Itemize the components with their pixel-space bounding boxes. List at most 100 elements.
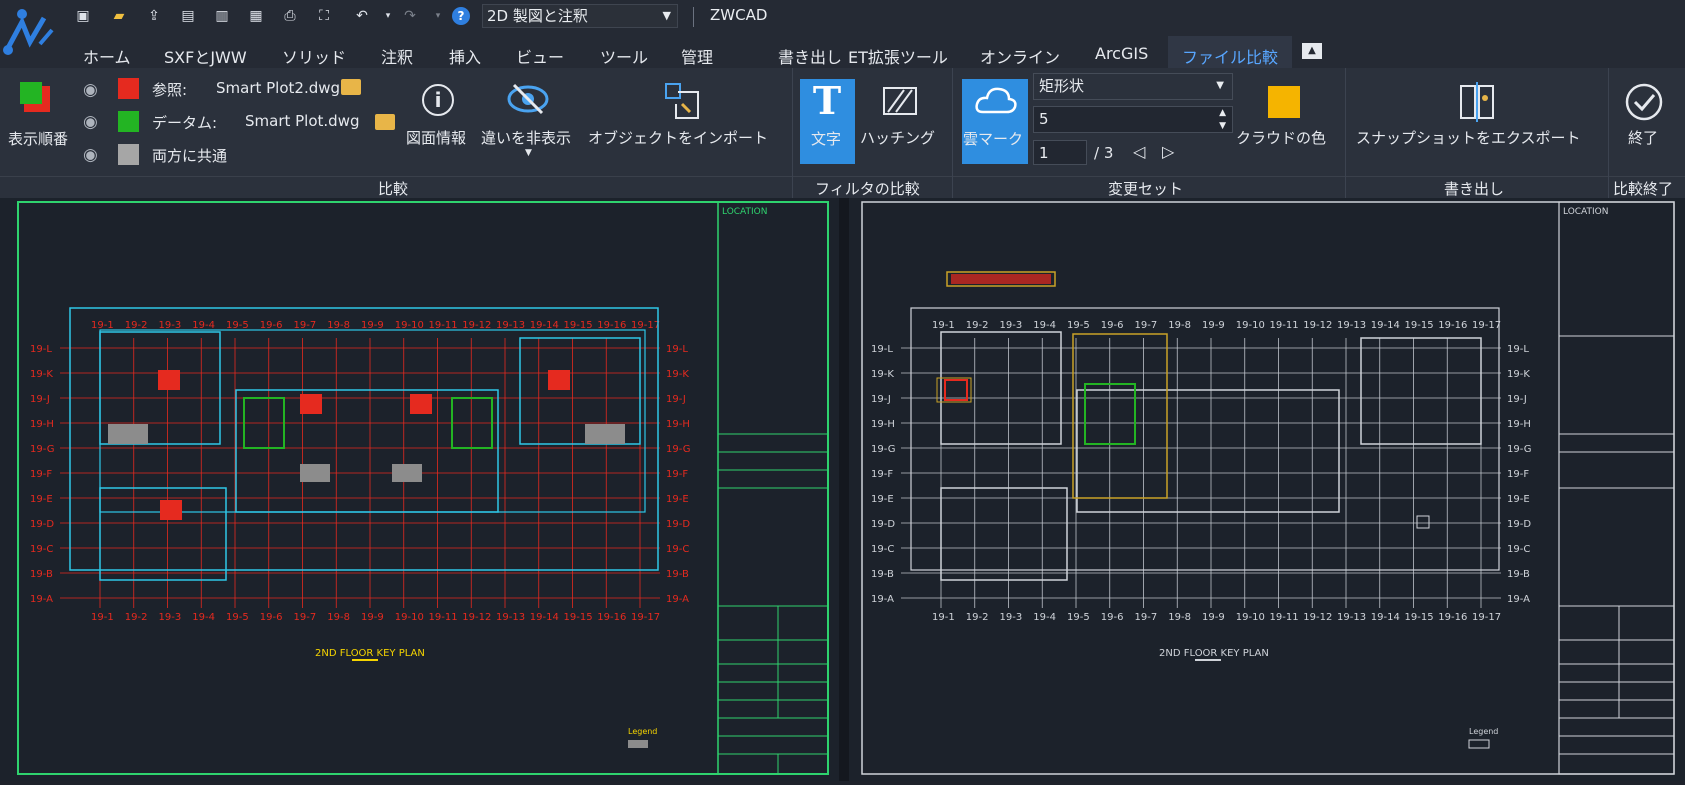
tab-view[interactable]: ビュー [516, 44, 564, 68]
group-label-changeset: 変更セット [1108, 180, 1184, 198]
next-icon[interactable]: ▷ [1162, 142, 1174, 161]
reference-drawing-canvas[interactable]: LOCATION 19-1 19-1 19-2 19-2 19-3 19-3 19-4 19-… [849, 198, 1685, 781]
page-number-field[interactable]: 1 [1033, 140, 1087, 165]
grid-bubble-label: 19-E [666, 494, 689, 505]
upload-icon[interactable]: ⇪ [144, 6, 164, 26]
common-color-swatch[interactable] [118, 144, 139, 165]
reference-color-swatch[interactable] [118, 78, 139, 99]
grid-bubble-label: 19-1 [91, 320, 114, 331]
grid-bubble-label: 19-L [1507, 344, 1529, 355]
grid-bubble-label: 19-K [871, 369, 894, 380]
cloud-shape-value: 矩形状 [1039, 77, 1085, 95]
print-icon[interactable]: ⎙ [280, 6, 300, 26]
tab-annotate[interactable]: 注釈 [381, 44, 413, 68]
tab-file-compare[interactable]: ファイル比較 [1182, 44, 1278, 68]
location-label: LOCATION [722, 207, 768, 217]
collapse-ribbon-icon[interactable]: ▲ [1302, 43, 1322, 59]
import-objects-icon[interactable] [664, 82, 704, 122]
tab-arcgis[interactable]: ArcGIS [1095, 44, 1148, 63]
group-separator [1608, 68, 1609, 198]
grid-bubble-label: 19-K [1507, 369, 1530, 380]
hide-diff-label[interactable]: 違いを非表示 [481, 127, 571, 148]
eye-icon[interactable]: ◉ [83, 112, 98, 132]
grid-bubble-label: 19-K [666, 369, 689, 380]
previous-icon[interactable]: ◁ [1133, 142, 1145, 161]
page-total: / 3 [1094, 144, 1114, 162]
cloud-color-swatch[interactable] [1268, 86, 1300, 118]
grid-bubble-label: 19-7 [1135, 612, 1158, 623]
info-icon[interactable]: i [422, 84, 454, 116]
redo-icon[interactable]: ↷ [400, 6, 420, 26]
legend-label: Legend [1469, 727, 1498, 736]
eye-icon[interactable]: ◉ [83, 145, 98, 165]
open-icon[interactable]: ▰ [109, 6, 129, 26]
workspace-label: 2D 製図と注釈 [487, 7, 588, 25]
eye-icon[interactable]: ◉ [83, 80, 98, 100]
display-order-icon[interactable] [20, 82, 50, 112]
drawing-info-label[interactable]: 図面情報 [406, 127, 466, 148]
check-icon[interactable] [1624, 82, 1664, 122]
tab-home[interactable]: ホーム [83, 44, 131, 68]
canvas-splitter[interactable] [839, 198, 849, 781]
grid-bubble-label: 19-A [1507, 594, 1530, 605]
grid-bubble-label: 19-12 [1303, 320, 1332, 331]
group-separator [1345, 68, 1346, 198]
grid-bubble-label: 19-C [30, 544, 53, 555]
reference-drawing: LOCATION 19-119-119-219-219-319-319-419-… [861, 201, 1675, 775]
grid-bubble-label: 19-3 [159, 320, 182, 331]
import-objects-label[interactable]: オブジェクトをインポート [588, 127, 768, 148]
grid-bubble-label: 19-10 [395, 320, 424, 331]
snapshot-export-icon[interactable] [1457, 82, 1497, 122]
undo-icon[interactable]: ↶ [352, 6, 372, 26]
grid-bubble-label: 19-D [1507, 519, 1531, 530]
group-label-export: 書き出し [1444, 180, 1505, 198]
tab-online[interactable]: オンライン [980, 44, 1060, 68]
tab-export[interactable]: 書き出し [778, 44, 842, 68]
grid-bubble-label: 19-J [871, 394, 891, 405]
hide-diff-icon[interactable] [506, 82, 550, 116]
datum-drawing-canvas[interactable]: LOCATION 19-1 19-1 19-2 19-2 19-3 19-3 19-4 19-… [0, 198, 839, 781]
snapshot-export-label[interactable]: スナップショットをエクスポート [1356, 127, 1581, 148]
chevron-down-icon[interactable]: ▼ [525, 148, 532, 158]
undo-dropdown-icon[interactable]: ▾ [378, 6, 398, 26]
end-compare-label[interactable]: 終了 [1628, 127, 1658, 148]
grid-bubble-label: 19-J [666, 394, 686, 405]
grid-bubble-label: 19-15 [1405, 612, 1434, 623]
zoom-extents-icon[interactable]: ⛶ [314, 6, 334, 26]
hatch-filter-label[interactable]: ハッチング [860, 127, 935, 148]
new-icon[interactable]: ▣ [73, 6, 93, 26]
cloud-shape-select[interactable]: 矩形状 ▼ [1033, 73, 1233, 100]
sheet-set-icon[interactable]: ▦ [246, 6, 266, 26]
display-order-label[interactable]: 表示順番 [8, 128, 68, 149]
tab-et-extension[interactable]: ET拡張ツール [848, 44, 948, 68]
tab-insert[interactable]: 挿入 [449, 44, 481, 68]
workspace-select[interactable]: 2D 製図と注釈 ▼ [482, 4, 678, 28]
grid-bubble-label: 19-6 [1101, 320, 1124, 331]
grid-bubble-label: 19-14 [530, 612, 559, 623]
tab-sxf-jww[interactable]: SXFとJWW [164, 44, 247, 68]
cloud-color-label[interactable]: クラウドの色 [1236, 127, 1326, 148]
folder-icon[interactable] [375, 114, 395, 130]
datum-color-swatch[interactable] [118, 111, 139, 132]
app-logo[interactable] [0, 0, 64, 68]
group-label-end: 比較終了 [1613, 180, 1674, 198]
tab-tools[interactable]: ツール [600, 44, 648, 68]
redo-dropdown-icon[interactable]: ▾ [428, 6, 448, 26]
grid-bubble-label: 19-7 [294, 320, 317, 331]
grid-bubble-label: 19-3 [159, 612, 182, 623]
grid-bubble-label: 19-H [30, 419, 54, 430]
cloud-size-field[interactable]: 5 ▲ ▼ [1033, 106, 1233, 133]
grid-bubble-label: 19-1 [932, 612, 955, 623]
grid-bubble-label: 19-H [666, 419, 690, 430]
hatch-icon[interactable] [882, 86, 918, 116]
grid-bubble-label: 19-16 [1438, 320, 1467, 331]
tab-solid[interactable]: ソリッド [282, 44, 346, 68]
spin-down-icon[interactable]: ▼ [1219, 114, 1226, 138]
save-icon[interactable]: ▤ [178, 6, 198, 26]
save-as-icon[interactable]: ▥ [212, 6, 232, 26]
grid-bubble-label: 19-7 [294, 612, 317, 623]
grid-bubble-label: 19-D [30, 519, 54, 530]
folder-icon[interactable] [341, 79, 361, 95]
help-icon[interactable]: ? [452, 7, 470, 25]
tab-manage[interactable]: 管理 [681, 44, 713, 68]
